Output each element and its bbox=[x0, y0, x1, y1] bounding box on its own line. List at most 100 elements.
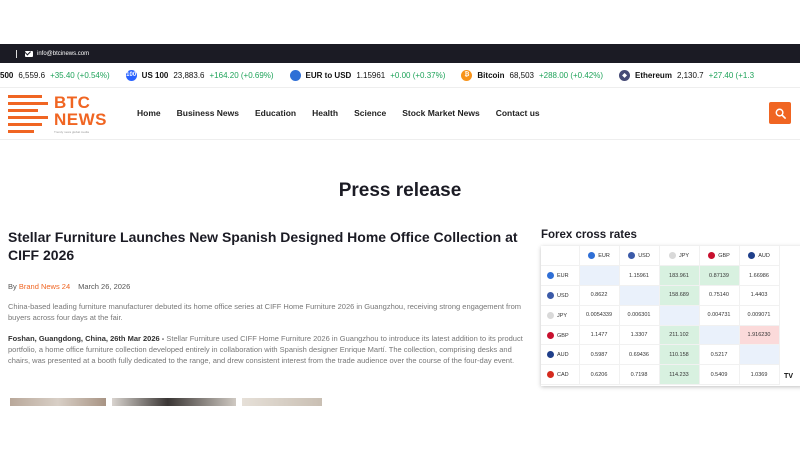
article-paragraph-1: China-based leading furniture manufactur… bbox=[8, 302, 522, 322]
site-logo[interactable]: BTC NEWS Trendy news global media bbox=[8, 92, 112, 136]
forex-column-header[interactable]: GBP bbox=[699, 246, 740, 267]
article-dateline: Foshan, Guangdong, China, 26th Mar 2026 … bbox=[8, 334, 165, 343]
ticker-change: +35.40 (+0.54%) bbox=[50, 70, 110, 80]
forex-rate-cell[interactable] bbox=[739, 344, 780, 366]
forex-rate-cell[interactable]: 0.69436 bbox=[619, 344, 660, 366]
forex-rate-cell[interactable]: 0.5217 bbox=[699, 344, 740, 366]
nav-item-business-news[interactable]: Business News bbox=[177, 108, 239, 118]
search-button[interactable] bbox=[769, 102, 791, 124]
forex-column-header[interactable]: AUD bbox=[739, 246, 780, 267]
forex-rate-cell[interactable]: 0.6206 bbox=[579, 364, 620, 386]
forex-rate-cell[interactable]: 110.158 bbox=[659, 344, 700, 366]
forex-column-code: USD bbox=[638, 253, 650, 260]
forex-rate-cell[interactable]: 1.0369 bbox=[739, 364, 780, 386]
nav-item-stock-market-news[interactable]: Stock Market News bbox=[402, 108, 479, 118]
ticker-change: +288.00 (+0.42%) bbox=[538, 70, 604, 80]
logo-text-line2: NEWS bbox=[54, 110, 107, 129]
market-ticker[interactable]: 500 6,559.6 +35.40 (+0.54%) 100 US 100 23,883… bbox=[0, 63, 800, 88]
forex-rate-cell[interactable]: 0.87139 bbox=[699, 265, 740, 287]
nav-item-health[interactable]: Health bbox=[312, 108, 338, 118]
page-title: Press release bbox=[338, 180, 462, 201]
logo-text-line1: BTC bbox=[54, 93, 91, 112]
forex-row-header[interactable]: AUD bbox=[541, 344, 580, 366]
nav-item-science[interactable]: Science bbox=[354, 108, 386, 118]
forex-rate-cell[interactable]: 0.006301 bbox=[619, 305, 660, 326]
forex-column-code: JPY bbox=[678, 253, 690, 260]
forex-rate-cell[interactable] bbox=[619, 285, 660, 306]
forex-column-code: EUR bbox=[598, 253, 610, 260]
ticker-item[interactable]: EUR to USD 1.15961 +0.00 (+0.37%) bbox=[289, 69, 445, 81]
top-bar: info@btcinews.com bbox=[0, 44, 800, 63]
forex-row-header[interactable]: CAD bbox=[541, 364, 580, 386]
article-author-link[interactable]: Brand News 24 bbox=[19, 282, 70, 291]
forex-row-code: USD bbox=[557, 292, 569, 299]
forex-row-header[interactable]: JPY bbox=[541, 305, 580, 326]
forex-rate-cell[interactable] bbox=[699, 325, 740, 346]
ticker-change: +27.40 (+1.3 bbox=[708, 70, 755, 80]
currency-flag-icon bbox=[547, 272, 554, 280]
nav-item-contact-us[interactable]: Contact us bbox=[496, 108, 540, 118]
currency-flag-icon bbox=[748, 252, 756, 260]
ticker-price: 23,883.6 bbox=[173, 70, 205, 80]
logo-mark-icon bbox=[8, 95, 48, 133]
forex-rate-cell[interactable]: 1.4403 bbox=[739, 285, 780, 306]
article: Stellar Furniture Launches New Spanish D… bbox=[8, 228, 523, 366]
nav-item-home[interactable]: Home bbox=[137, 108, 161, 118]
currency-flag-icon bbox=[547, 371, 554, 379]
forex-rate-cell[interactable]: 0.5409 bbox=[699, 364, 740, 386]
ticker-item[interactable]: ₿ Bitcoin 68,503 +288.00 (+0.42%) bbox=[461, 69, 604, 81]
forex-rate-cell[interactable]: 0.75140 bbox=[699, 285, 740, 306]
forex-widget-title: Forex cross rates bbox=[541, 229, 637, 241]
forex-column-header[interactable]: USD bbox=[619, 246, 660, 267]
forex-row-header[interactable]: GBP bbox=[541, 325, 580, 346]
forex-rate-cell[interactable]: 1.15961 bbox=[619, 265, 660, 287]
forex-rate-cell[interactable]: 0.0054339 bbox=[579, 305, 620, 326]
ticker-item[interactable]: 500 6,559.6 +35.40 (+0.54%) bbox=[0, 71, 110, 80]
mail-icon bbox=[25, 50, 33, 57]
forex-rate-cell[interactable]: 0.009071 bbox=[739, 305, 780, 326]
article-title[interactable]: Stellar Furniture Launches New Spanish D… bbox=[8, 228, 523, 264]
forex-column-header[interactable]: EUR bbox=[579, 246, 620, 267]
ticker-symbol-icon: ◆ bbox=[619, 69, 631, 81]
ticker-price: 68,503 bbox=[509, 70, 534, 80]
ticker-symbol-icon: 100 bbox=[125, 69, 137, 81]
forex-row: JPY 0.0054339 0.006301 0.004731 0.009071 bbox=[541, 305, 780, 326]
forex-row-header[interactable]: USD bbox=[541, 285, 580, 306]
forex-rate-cell[interactable]: 0.5987 bbox=[579, 344, 620, 366]
article-image-3[interactable] bbox=[242, 398, 322, 406]
forex-rate-cell[interactable]: 211.102 bbox=[659, 325, 700, 346]
forex-rate-cell[interactable] bbox=[659, 305, 700, 326]
ticker-price: 6,559.6 bbox=[18, 70, 46, 80]
forex-rate-cell[interactable]: 0.7198 bbox=[619, 364, 660, 386]
forex-rate-cell[interactable]: 183.961 bbox=[659, 265, 700, 287]
ticker-item[interactable]: ◆ Ethereum 2,130.7 +27.40 (+1.3 bbox=[619, 69, 755, 81]
nav-item-education[interactable]: Education bbox=[255, 108, 296, 118]
ticker-price: 2,130.7 bbox=[676, 70, 704, 80]
ticker-item[interactable]: 100 US 100 23,883.6 +164.20 (+0.69%) bbox=[125, 69, 274, 81]
ticker-name: Ethereum bbox=[635, 70, 672, 80]
forex-row-header[interactable]: EUR bbox=[541, 265, 580, 287]
currency-flag-icon bbox=[708, 252, 716, 260]
forex-row: AUD 0.5987 0.69436 110.158 0.5217 bbox=[541, 344, 780, 366]
forex-rate-cell[interactable]: 0.8622 bbox=[579, 285, 620, 306]
currency-flag-icon bbox=[547, 291, 554, 299]
article-image-1[interactable] bbox=[10, 398, 106, 406]
contact-email-link[interactable]: info@btcinews.com bbox=[25, 50, 89, 57]
forex-rate-cell[interactable]: 1.1477 bbox=[579, 325, 620, 346]
forex-rate-cell[interactable]: 1.916230 bbox=[739, 325, 780, 346]
forex-column-code: AUD bbox=[758, 253, 770, 260]
forex-cross-rates-widget[interactable]: EUR USD JPY GBP AUD EUR 1.15961 183.961 0.87139 1… bbox=[541, 246, 800, 386]
forex-column-header[interactable]: JPY bbox=[659, 246, 700, 267]
main-nav: Home Business News Education Health Science S… bbox=[137, 108, 540, 118]
forex-rate-cell[interactable]: 1.3307 bbox=[619, 325, 660, 346]
tradingview-logo[interactable]: TV bbox=[784, 373, 793, 380]
forex-rate-cell[interactable]: 0.004731 bbox=[699, 305, 740, 326]
currency-flag-icon bbox=[628, 252, 636, 260]
forex-rate-cell[interactable]: 1.66986 bbox=[739, 265, 780, 287]
forex-rate-cell[interactable] bbox=[579, 265, 620, 287]
article-image-2[interactable] bbox=[112, 398, 236, 406]
byline-prefix: By bbox=[8, 282, 17, 291]
forex-rate-cell[interactable]: 114.233 bbox=[659, 364, 700, 386]
forex-row-code: EUR bbox=[557, 273, 569, 280]
forex-rate-cell[interactable]: 158.689 bbox=[659, 285, 700, 306]
